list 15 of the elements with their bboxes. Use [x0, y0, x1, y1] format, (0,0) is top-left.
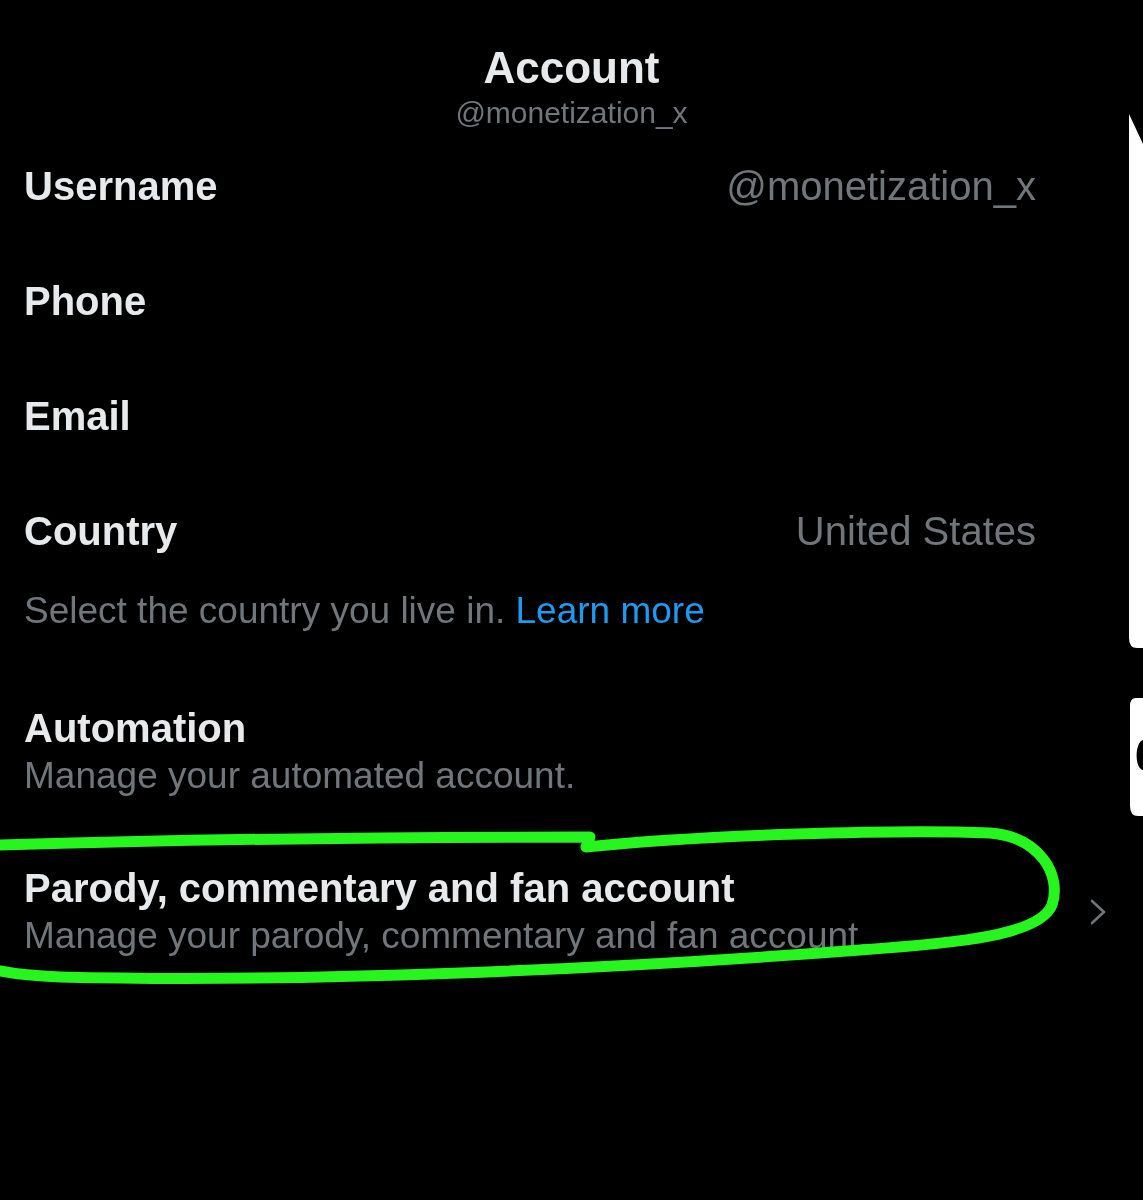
- setting-description: Manage your parody, commentary and fan account.: [24, 914, 869, 958]
- account-handle: @monetization_x: [455, 98, 688, 128]
- setting-label[interactable]: Country: [24, 506, 178, 555]
- setting-label[interactable]: Email: [24, 391, 131, 440]
- country-note: Select the country you live in. Learn more: [24, 589, 705, 633]
- setting-label[interactable]: Phone: [24, 276, 147, 325]
- setting-label[interactable]: Automation: [24, 704, 247, 752]
- page-title: Account: [483, 44, 660, 92]
- setting-label[interactable]: Parody, commentary and fan account: [24, 864, 735, 912]
- learn-more-link[interactable]: Learn more: [515, 590, 705, 631]
- setting-value: United States: [795, 507, 1036, 555]
- setting-description: Manage your automated account.: [24, 754, 576, 798]
- setting-value: @monetization_x: [726, 162, 1036, 210]
- chevron-right-icon[interactable]: [1090, 899, 1106, 925]
- setting-label[interactable]: Username: [24, 161, 218, 210]
